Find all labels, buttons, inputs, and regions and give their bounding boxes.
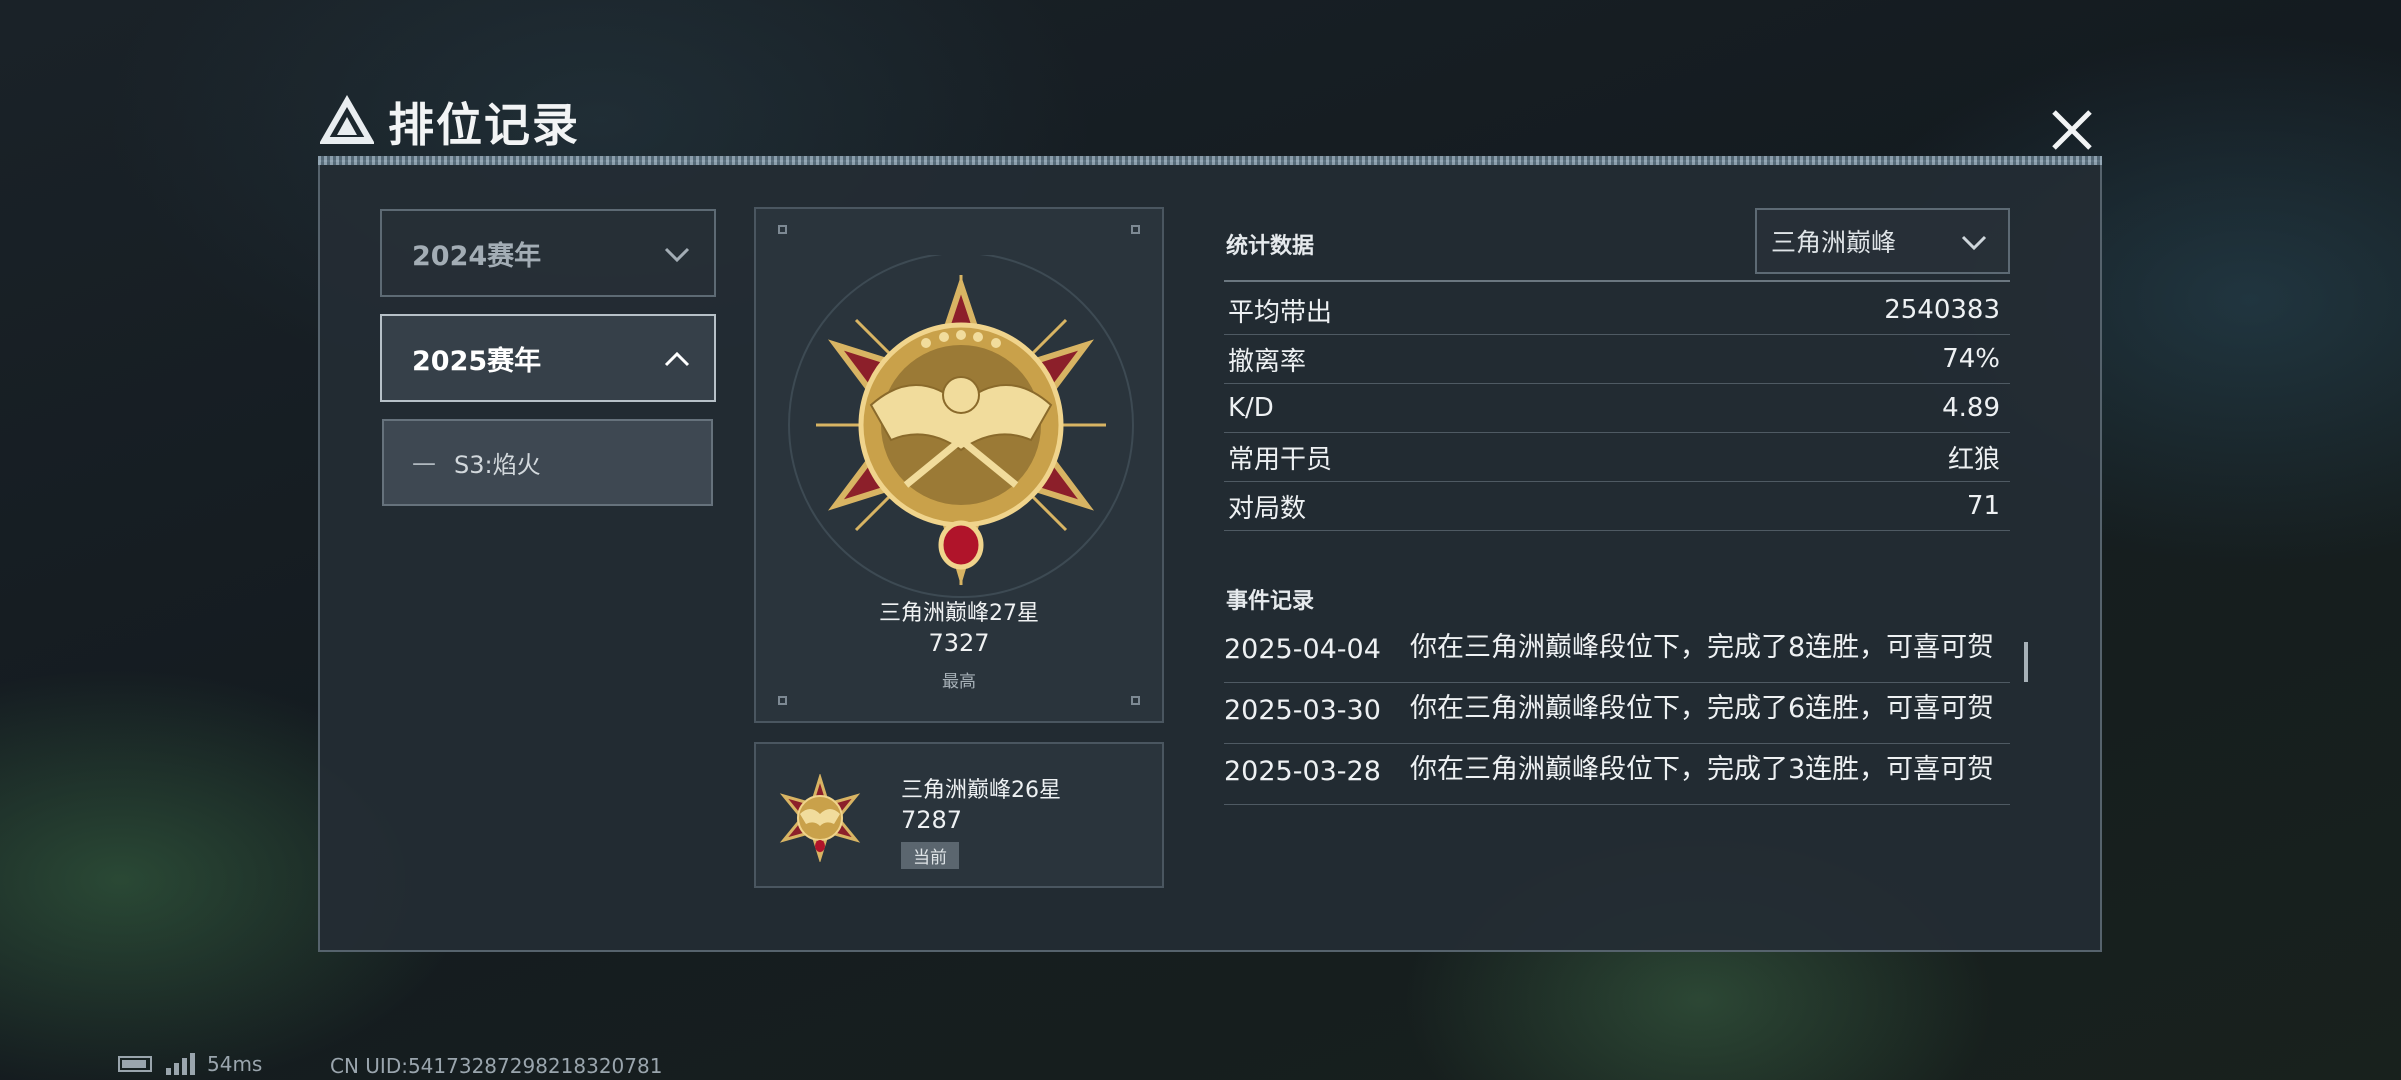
delta-logo-icon [320, 95, 374, 144]
chevron-up-icon [664, 351, 690, 367]
stat-label: 撤离率 [1228, 346, 1307, 377]
event-date: 2025-04-04 [1224, 634, 1381, 665]
sub-season-label: S3:焰火 [454, 451, 541, 479]
current-rank-score: 7287 [901, 806, 963, 834]
stat-value: 71 [1966, 491, 2000, 521]
corner-marker [1131, 225, 1140, 234]
stat-row: 撤离率 74% [1224, 335, 2010, 384]
current-rank-card: 三角洲巅峰26星 7287 当前 [754, 742, 1164, 888]
mode-select-value: 三角洲巅峰 [1771, 228, 1897, 257]
stat-label: K/D [1228, 393, 1274, 423]
mode-select-dropdown[interactable]: 三角洲巅峰 [1755, 208, 2010, 274]
stats-heading: 统计数据 [1226, 234, 1315, 259]
divider [1224, 280, 2010, 282]
dash-icon: — [412, 448, 436, 477]
season-label: 2025赛年 [412, 345, 542, 377]
best-rank-name: 三角洲巅峰27星 [879, 601, 1039, 626]
stat-row: K/D 4.89 [1224, 384, 2010, 433]
event-date: 2025-03-30 [1224, 695, 1381, 726]
stat-value: 4.89 [1942, 393, 2000, 423]
season-2025-button[interactable]: 2025赛年 [380, 314, 716, 402]
battery-icon [118, 1056, 152, 1072]
panel-top-strip [318, 156, 2102, 165]
corner-marker [1131, 696, 1140, 705]
stat-label: 平均带出 [1228, 297, 1333, 328]
stat-value: 2540383 [1884, 295, 2000, 325]
user-uid: CN UID:54173287298218320781 [330, 1054, 663, 1078]
sub-season-s3-item[interactable]: — S3:焰火 [382, 419, 713, 506]
corner-marker [778, 225, 787, 234]
best-rank-card: 三角洲巅峰27星 7327 最高 [754, 207, 1164, 723]
rank-medal-icon [788, 255, 1134, 598]
best-rank-score: 7327 [928, 629, 990, 657]
page-title: 排位记录 [388, 98, 580, 152]
rank-medal-small-icon [779, 774, 861, 862]
stat-value: 74% [1942, 344, 2000, 374]
season-2024-button[interactable]: 2024赛年 [380, 209, 716, 297]
best-rank-tag: 最高 [942, 672, 976, 692]
chevron-down-icon [664, 247, 690, 263]
events-scrollbar[interactable] [2024, 642, 2028, 682]
event-text: 你在三角洲巅峰段位下，完成了8连胜，可喜可贺 [1410, 632, 1995, 663]
list-item: 2025-03-30 你在三角洲巅峰段位下，完成了6连胜，可喜可贺 [1224, 683, 2010, 744]
season-label: 2024赛年 [412, 240, 542, 272]
close-icon[interactable] [2040, 98, 2104, 162]
events-list[interactable]: 2025-04-04 你在三角洲巅峰段位下，完成了8连胜，可喜可贺 2025-0… [1224, 622, 2010, 884]
list-item: 2025-03-28 你在三角洲巅峰段位下，完成了3连胜，可喜可贺 [1224, 744, 2010, 805]
stat-value: 红狼 [1947, 444, 2000, 475]
current-rank-name: 三角洲巅峰26星 [901, 778, 1061, 803]
event-date: 2025-03-28 [1224, 756, 1381, 787]
signal-icon [166, 1053, 195, 1075]
stat-label: 常用干员 [1228, 444, 1333, 475]
current-rank-badge: 当前 [901, 842, 959, 869]
stat-row: 对局数 71 [1224, 482, 2010, 531]
events-heading: 事件记录 [1226, 589, 1315, 614]
stat-row: 平均带出 2540383 [1224, 286, 2010, 335]
event-text: 你在三角洲巅峰段位下，完成了3连胜，可喜可贺 [1410, 754, 1995, 785]
title-bar: 排位记录 [320, 92, 580, 152]
event-text: 你在三角洲巅峰段位下，完成了6连胜，可喜可贺 [1410, 693, 1995, 724]
stat-label: 对局数 [1228, 493, 1307, 524]
corner-marker [778, 696, 787, 705]
chevron-down-icon [1961, 235, 1987, 251]
list-item: 2025-04-04 你在三角洲巅峰段位下，完成了8连胜，可喜可贺 [1224, 622, 2010, 683]
ping-value: 54ms [207, 1052, 263, 1076]
stat-row: 常用干员 红狼 [1224, 433, 2010, 482]
status-bar: 54ms [118, 1052, 262, 1076]
